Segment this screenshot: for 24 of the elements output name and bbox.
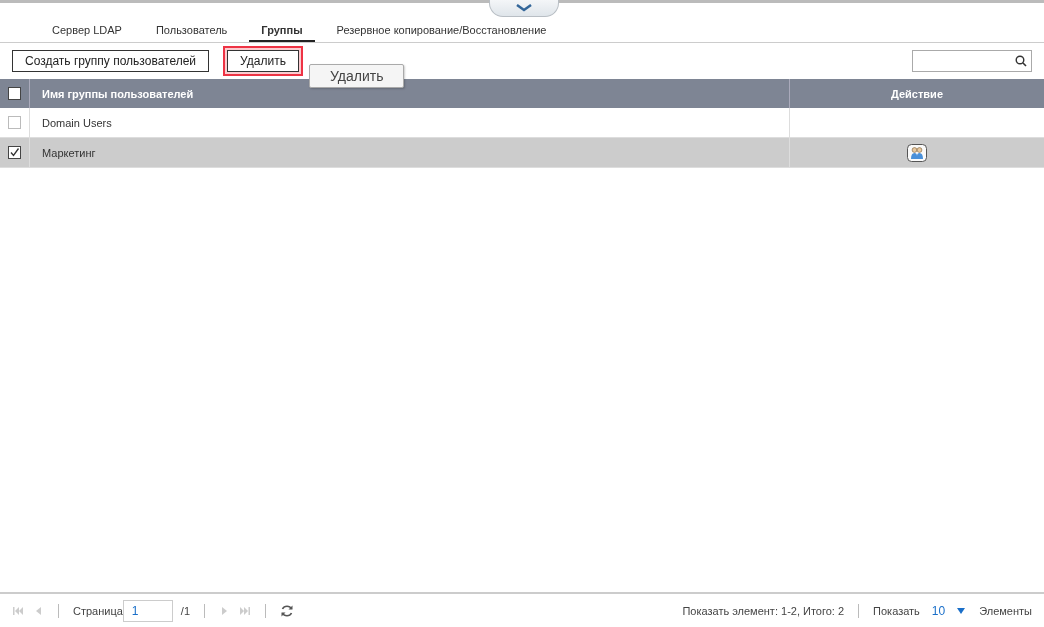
collapse-handle[interactable] bbox=[489, 0, 559, 17]
dropdown-arrow-icon[interactable] bbox=[957, 607, 966, 614]
page-label: Страница bbox=[73, 604, 123, 617]
per-page-dropdown[interactable]: 10 bbox=[931, 603, 946, 618]
items-summary: Показать элемент: 1-2, Итого: 2 bbox=[682, 604, 845, 617]
chevron-down-icon bbox=[515, 4, 533, 12]
tab[interactable]: Резервное копирование/Восстановление bbox=[324, 24, 559, 42]
checkbox[interactable] bbox=[8, 87, 21, 100]
search-field[interactable] bbox=[912, 50, 1032, 72]
refresh-icon[interactable] bbox=[280, 603, 295, 618]
checkbox[interactable] bbox=[8, 146, 21, 159]
tab[interactable]: Группы bbox=[249, 24, 315, 42]
search-icon bbox=[1015, 55, 1027, 67]
page-field[interactable]: 1 bbox=[122, 599, 173, 622]
tab[interactable]: Пользователь bbox=[143, 24, 240, 42]
items-label: Элементы bbox=[979, 604, 1032, 617]
group-users-icon[interactable] bbox=[907, 143, 927, 162]
column-header: Действие bbox=[790, 79, 1044, 108]
checkbox[interactable] bbox=[8, 116, 21, 129]
total-pages: /1 bbox=[180, 604, 191, 617]
table-cell: Маркетинг bbox=[30, 138, 790, 168]
tab[interactable]: Сервер LDAP bbox=[40, 24, 134, 42]
show-label: Показать bbox=[873, 604, 920, 617]
toolbar-button[interactable]: Создать группу пользователей bbox=[12, 50, 210, 72]
